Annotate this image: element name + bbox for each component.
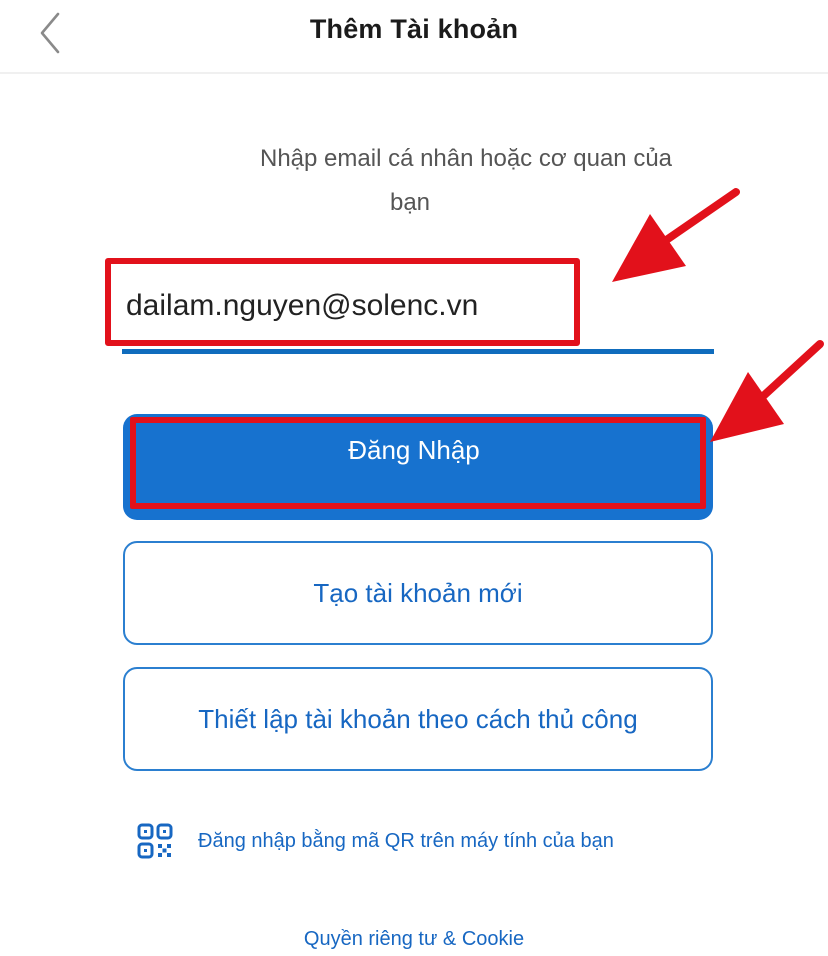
privacy-cookie-link[interactable]: Quyền riêng tư & Cookie — [0, 928, 828, 951]
email-field-underline — [122, 349, 714, 354]
email-prompt: Nhập email cá nhân hoặc cơ quan của bạn — [260, 137, 672, 225]
qr-login-label: Đăng nhập bằng mã QR trên máy tính của b… — [198, 830, 614, 852]
app-header: Thêm Tài khoản — [0, 0, 828, 74]
create-account-button[interactable]: Tạo tài khoản mới — [123, 541, 713, 645]
arrow-to-login-icon — [710, 340, 824, 442]
email-prompt-line2: bạn — [389, 189, 431, 216]
manual-setup-button[interactable]: Thiết lập tài khoản theo cách thủ công — [123, 667, 713, 771]
login-annotation-box — [130, 417, 706, 509]
page-title: Thêm Tài khoản — [309, 14, 519, 44]
email-prompt-line1: Nhập email cá nhân hoặc cơ quan của — [260, 145, 673, 172]
email-annotation-box — [105, 258, 580, 346]
qr-code-icon — [137, 823, 173, 859]
